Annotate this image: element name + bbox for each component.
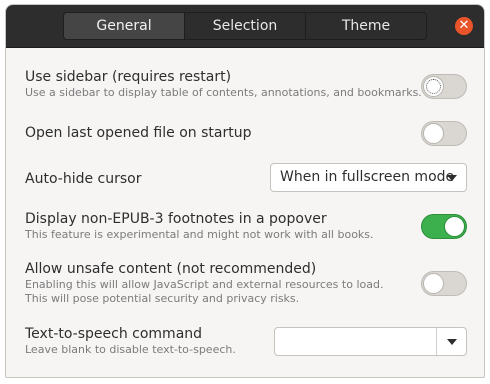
auto-hide-cursor-dropdown[interactable]: When in fullscreen mode: [270, 163, 467, 192]
tts-command-dropdown-button[interactable]: [436, 328, 466, 355]
tab-general[interactable]: General: [64, 13, 185, 39]
setting-description-line-2: This will pose potential security and pr…: [25, 292, 300, 305]
setting-label: Open last opened file on startup: [25, 125, 252, 141]
switch-knob: [423, 76, 444, 97]
tab-selection[interactable]: Selection: [185, 13, 306, 39]
setting-description: Use a sidebar to display table of conten…: [25, 86, 422, 99]
tab-theme[interactable]: Theme: [306, 13, 426, 39]
footnotes-popover-switch[interactable]: [421, 214, 467, 239]
dropdown-selected-value: When in fullscreen mode: [280, 169, 455, 185]
setting-open-last-file: Open last opened file on startup: [25, 121, 467, 151]
preferences-window: General Selection Theme ✕ Use sidebar (r…: [5, 4, 485, 378]
setting-unsafe-content: Allow unsafe content (not recommended) E…: [25, 261, 467, 311]
setting-text-to-speech: Text-to-speech command Leave blank to di…: [25, 326, 467, 362]
switch-knob: [444, 216, 465, 237]
setting-label: Display non-EPUB-3 footnotes in a popove…: [25, 211, 327, 227]
tts-command-combo: [274, 327, 467, 356]
titlebar: General Selection Theme ✕: [6, 5, 484, 48]
setting-label: Use sidebar (requires restart): [25, 69, 232, 85]
unsafe-content-switch[interactable]: [421, 271, 467, 296]
setting-footnotes-popover: Display non-EPUB-3 footnotes in a popove…: [25, 211, 467, 247]
close-icon: ✕: [458, 18, 470, 33]
setting-description: This feature is experimental and might n…: [25, 228, 374, 241]
switch-knob: [423, 273, 444, 294]
chevron-down-icon: [447, 339, 457, 345]
chevron-down-icon: [447, 175, 457, 181]
setting-label: Allow unsafe content (not recommended): [25, 261, 317, 277]
tts-command-input[interactable]: [275, 328, 435, 355]
use-sidebar-switch[interactable]: [421, 74, 467, 99]
setting-auto-hide-cursor: Auto-hide cursor When in fullscreen mode: [25, 163, 467, 199]
close-button[interactable]: ✕: [455, 17, 473, 35]
setting-use-sidebar: Use sidebar (requires restart) Use a sid…: [25, 69, 467, 105]
switch-knob: [423, 123, 444, 144]
setting-description-line-1: Enabling this will allow JavaScript and …: [25, 278, 384, 291]
open-last-file-switch[interactable]: [421, 121, 467, 146]
tab-bar: General Selection Theme: [63, 12, 427, 40]
